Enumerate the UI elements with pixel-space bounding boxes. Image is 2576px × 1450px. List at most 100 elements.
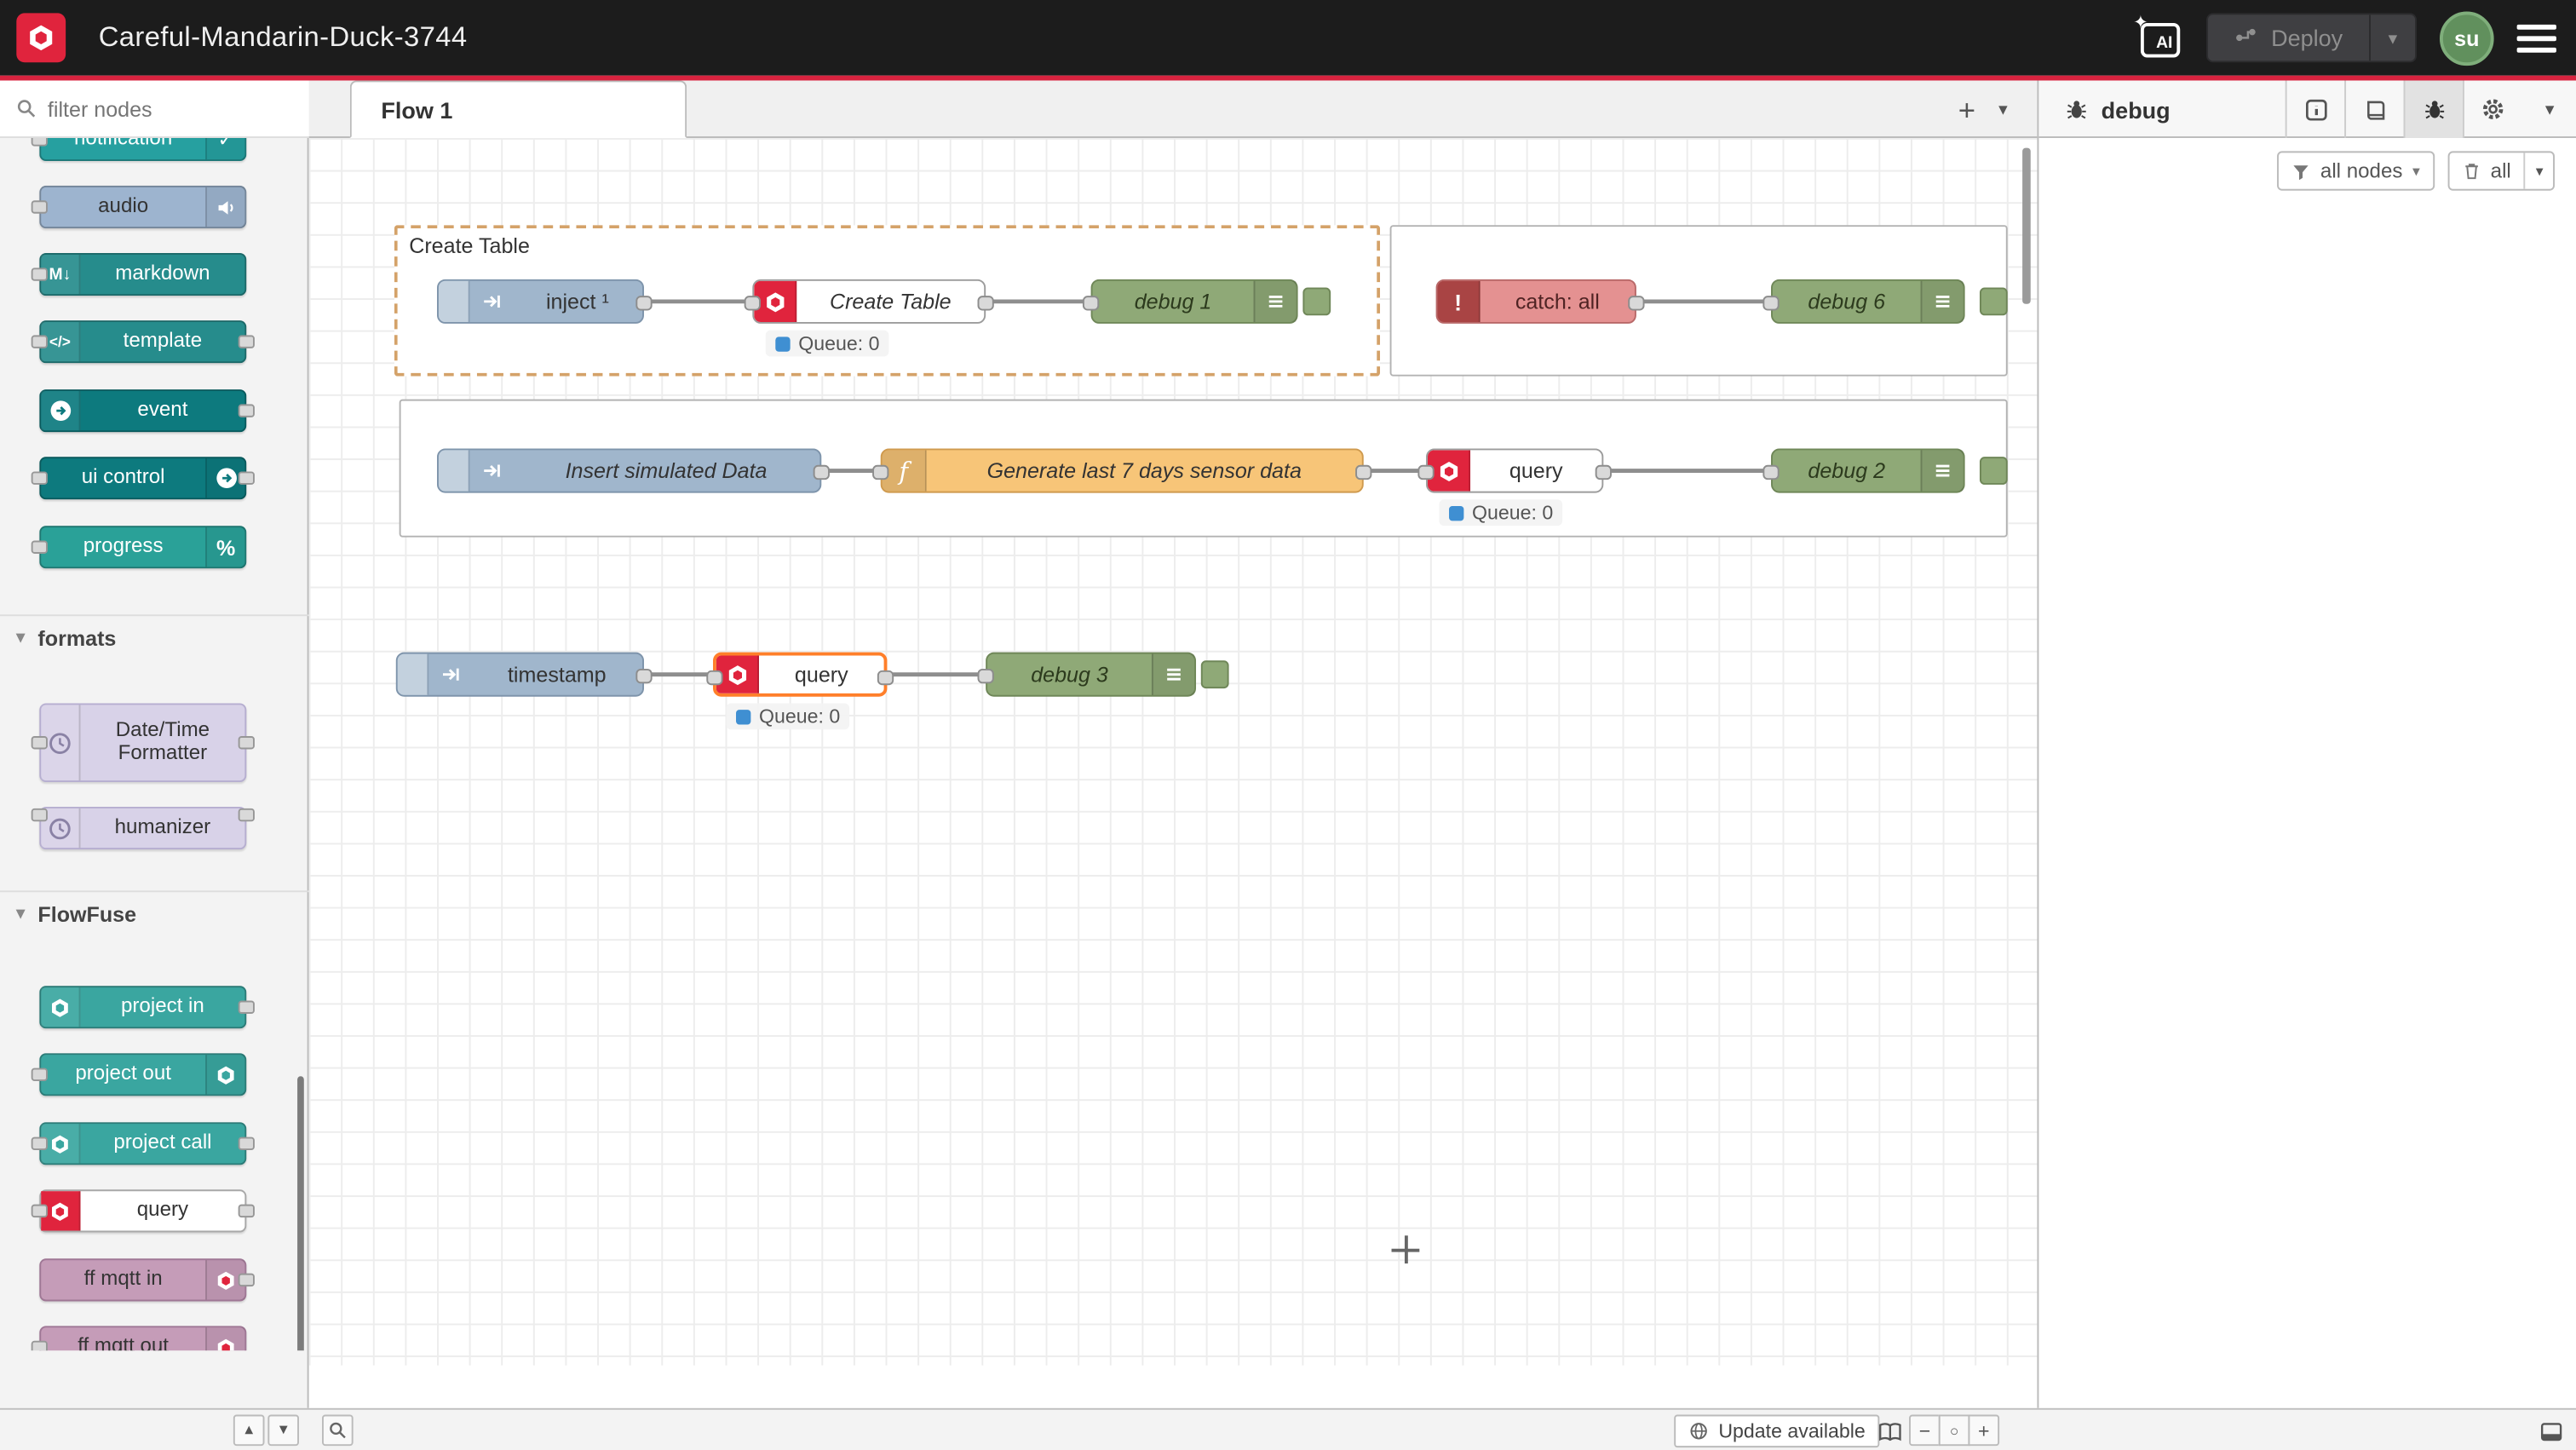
palette-section-formats[interactable]: ▾ formats (0, 614, 309, 660)
output-port[interactable] (239, 404, 255, 417)
debug-filter-button[interactable]: all nodes ▾ (2278, 151, 2435, 190)
palette-node-markdown[interactable]: M↓ markdown (39, 253, 246, 296)
debug-enable-toggle[interactable] (1201, 660, 1229, 688)
input-port[interactable] (32, 200, 48, 213)
canvas-search-button[interactable] (322, 1415, 354, 1447)
input-port[interactable] (872, 465, 888, 480)
output-port[interactable] (239, 808, 255, 821)
flow-list-button[interactable]: ▾ (1998, 99, 2008, 120)
node-catch-all[interactable]: ! catch: all (1436, 279, 1636, 324)
input-port[interactable] (32, 736, 48, 749)
output-port[interactable] (1628, 296, 1644, 310)
input-port[interactable] (978, 669, 994, 683)
palette-node-ff-mqtt-out[interactable]: ff mqtt out (39, 1326, 246, 1350)
output-port[interactable] (239, 1205, 255, 1217)
input-port[interactable] (1417, 465, 1434, 480)
node-debug-6[interactable]: debug 6 (1771, 279, 1965, 324)
deploy-options-button[interactable]: ▾ (2369, 14, 2415, 60)
output-port[interactable] (978, 296, 994, 310)
inject-trigger-button[interactable] (398, 654, 429, 695)
clear-options-button[interactable]: ▾ (2524, 152, 2553, 188)
node-inject-timestamp[interactable]: timestamp (396, 653, 644, 697)
palette-node-notification[interactable]: notification ✓ (39, 138, 246, 161)
palette-node-datetime-formatter[interactable]: Date/Time Formatter (39, 703, 246, 782)
deploy-button[interactable]: Deploy (2209, 14, 2369, 60)
output-port[interactable] (1596, 465, 1612, 480)
input-port[interactable] (32, 335, 48, 348)
palette-node-project-in[interactable]: project in (39, 986, 246, 1028)
output-port[interactable] (239, 472, 255, 485)
inject-trigger-button[interactable] (439, 450, 470, 491)
node-query-2[interactable]: query (1426, 449, 1603, 493)
palette-search[interactable] (0, 81, 309, 139)
palette-node-audio[interactable]: audio (39, 186, 246, 228)
output-port[interactable] (635, 296, 652, 310)
tab-info[interactable] (2286, 81, 2344, 139)
output-port[interactable] (239, 1001, 255, 1014)
zoom-reset-button[interactable]: ○ (1939, 1415, 1970, 1447)
input-port[interactable] (1762, 296, 1779, 310)
debug-enable-toggle[interactable] (1302, 288, 1331, 316)
zoom-in-button[interactable]: + (1968, 1415, 1999, 1447)
tab-config[interactable] (2463, 81, 2521, 139)
input-port[interactable] (32, 472, 48, 485)
output-port[interactable] (814, 465, 830, 480)
palette-scroll-down-button[interactable]: ▾ (267, 1415, 299, 1447)
user-avatar[interactable]: su (2440, 11, 2494, 66)
flow-canvas[interactable]: Create Table (309, 138, 2038, 1366)
main-menu-button[interactable] (2517, 24, 2556, 52)
output-port[interactable] (239, 736, 255, 749)
node-debug-1[interactable]: debug 1 (1091, 279, 1298, 324)
add-flow-button[interactable]: + (1958, 95, 1975, 124)
input-port[interactable] (32, 1341, 48, 1351)
console-toggle-button[interactable] (2535, 1415, 2568, 1448)
sidebar-menu-button[interactable]: ▾ (2521, 81, 2576, 139)
palette-scroll-up-button[interactable]: ▴ (233, 1415, 265, 1447)
inject-trigger-button[interactable] (439, 281, 470, 322)
canvas-vertical-scrollbar[interactable] (2022, 148, 2031, 304)
input-port[interactable] (32, 1068, 48, 1081)
output-port[interactable] (239, 1274, 255, 1286)
node-query-3-selected[interactable]: query (713, 653, 887, 697)
palette-node-ui-control[interactable]: ui control (39, 457, 246, 499)
tab-help[interactable] (2344, 81, 2403, 139)
palette-node-query[interactable]: query (39, 1189, 246, 1232)
palette-node-template[interactable]: </> template (39, 320, 246, 363)
input-port[interactable] (32, 1137, 48, 1150)
input-port[interactable] (706, 670, 722, 685)
input-port[interactable] (32, 138, 48, 147)
input-port[interactable] (32, 541, 48, 554)
palette-section-flowfuse[interactable]: ▾ FlowFuse (0, 890, 309, 936)
input-port[interactable] (32, 1205, 48, 1217)
tab-flow-1[interactable]: Flow 1 (350, 81, 687, 139)
update-available-button[interactable]: Update available (1674, 1415, 1880, 1448)
input-port[interactable] (32, 808, 48, 821)
palette-filter-input[interactable] (48, 96, 262, 121)
debug-enable-toggle[interactable] (1980, 288, 2008, 316)
input-port[interactable] (32, 268, 48, 280)
zoom-out-button[interactable]: − (1909, 1415, 1941, 1447)
palette-node-humanizer[interactable]: humanizer (39, 807, 246, 849)
palette-node-event[interactable]: event (39, 389, 246, 432)
ai-assistant-button[interactable]: ✦ AI (2135, 13, 2184, 62)
tab-debug[interactable] (2404, 81, 2463, 139)
node-generate-sensor-data[interactable]: f Generate last 7 days sensor data (881, 449, 1364, 493)
palette-scrollbar[interactable] (297, 1076, 304, 1350)
output-port[interactable] (877, 670, 894, 685)
flow-map-button[interactable] (1873, 1415, 1906, 1448)
input-port[interactable] (745, 296, 761, 310)
node-inject-1[interactable]: inject ¹ (437, 279, 644, 324)
palette-node-project-call[interactable]: project call (39, 1122, 246, 1165)
node-debug-3[interactable]: debug 3 (986, 653, 1196, 697)
output-port[interactable] (239, 335, 255, 348)
output-port[interactable] (635, 669, 652, 683)
input-port[interactable] (1762, 465, 1779, 480)
debug-enable-toggle[interactable] (1980, 457, 2008, 485)
output-port[interactable] (1355, 465, 1371, 480)
palette-node-project-out[interactable]: project out (39, 1053, 246, 1096)
input-port[interactable] (1083, 296, 1099, 310)
palette-node-progress[interactable]: progress % (39, 526, 246, 568)
output-port[interactable] (239, 1137, 255, 1150)
debug-clear-button[interactable]: all (2449, 152, 2524, 188)
node-insert-simulated-data[interactable]: Insert simulated Data (437, 449, 821, 493)
